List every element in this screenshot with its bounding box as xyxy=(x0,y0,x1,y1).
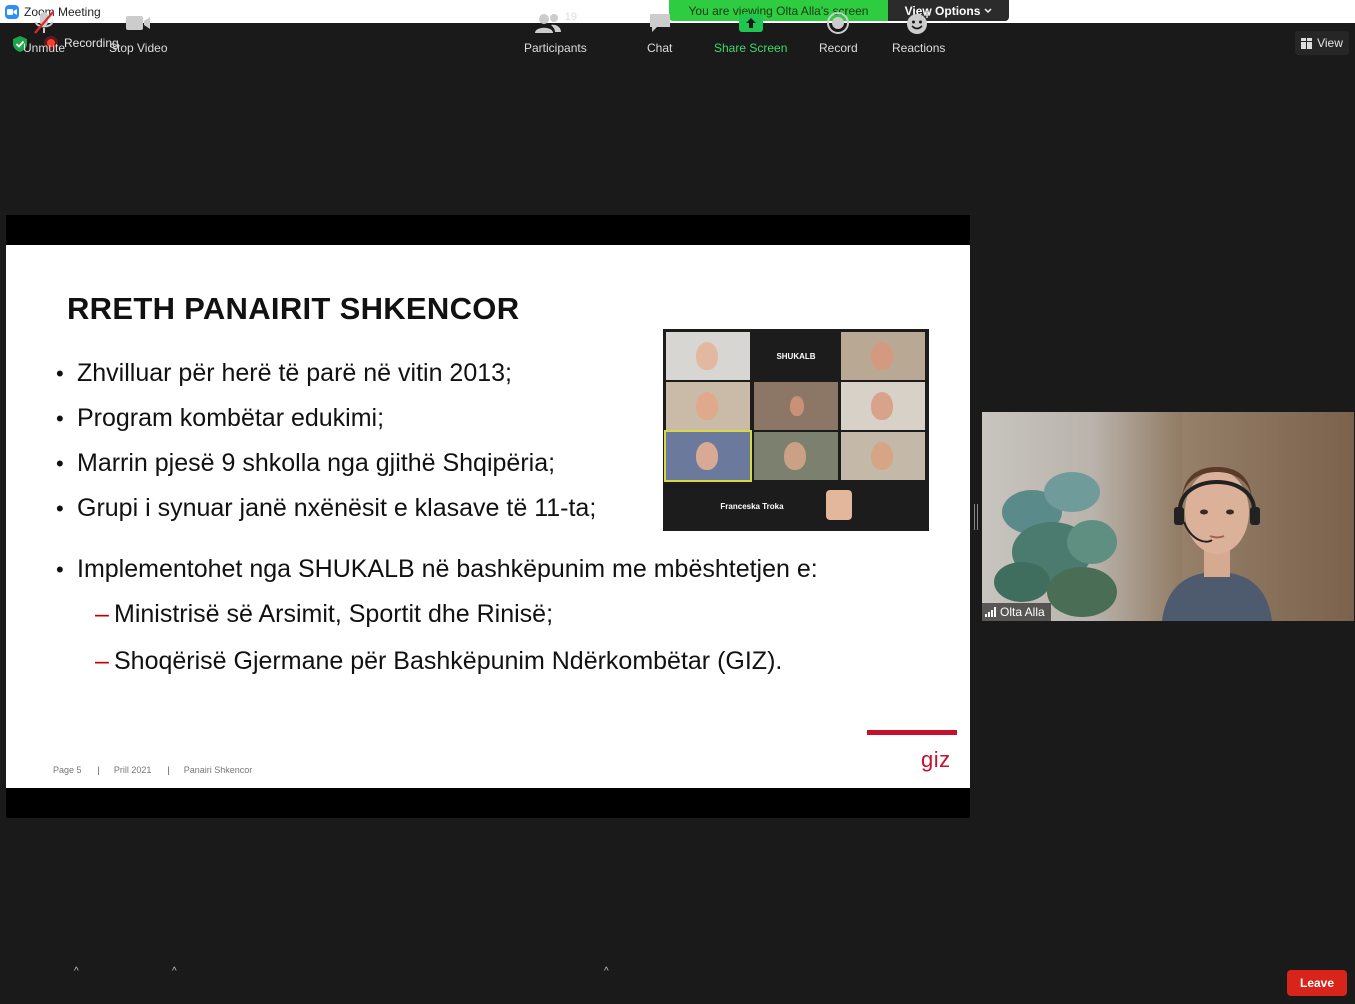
participants-count: 19 xyxy=(564,11,577,23)
slide-footer: Page 5 | Prill 2021 | Panairi Shkencor xyxy=(53,765,253,775)
gallery-tile xyxy=(841,332,925,380)
shared-screen: RRETH PANAIRIT SHKENCOR • Zhvilluar për h… xyxy=(6,215,970,818)
slide-sub-bullet: – Shoqërisë Gjermane për Bashkëpunim Ndër… xyxy=(95,647,783,675)
gallery-tile: Franceska Troka xyxy=(710,482,794,530)
participant-name-tag: Olta Alla xyxy=(982,603,1051,621)
chat-button[interactable]: Chat xyxy=(647,10,672,55)
share-screen-icon xyxy=(738,10,764,36)
video-camera-icon xyxy=(124,10,152,36)
slide-bullet: • Implementohet nga SHUKALB në bashkëpuni… xyxy=(56,555,818,583)
stop-video-label: Stop Video xyxy=(109,41,168,55)
unmute-button[interactable]: Unmute xyxy=(23,10,65,55)
participants-options-caret-icon[interactable]: ^ xyxy=(604,966,609,977)
zoom-app-icon xyxy=(5,4,19,19)
slide-sub-bullet: – Ministrisë së Arsimit, Sportit dhe Rini… xyxy=(95,600,554,628)
view-button[interactable]: View xyxy=(1295,31,1349,55)
gallery-tile xyxy=(841,382,925,430)
audio-options-caret-icon[interactable]: ^ xyxy=(74,966,79,977)
stop-video-button[interactable]: Stop Video xyxy=(109,10,168,55)
chat-bubble-icon xyxy=(648,10,672,36)
meeting-toolbar xyxy=(0,950,1355,1004)
participants-button[interactable]: 19 Participants xyxy=(524,10,587,55)
giz-logo-bar xyxy=(867,730,957,735)
gallery-tile xyxy=(666,382,750,430)
view-label: View xyxy=(1317,36,1343,50)
gallery-screenshot-image: SHUKALB Franceska Troka xyxy=(663,329,929,531)
plant-background-image xyxy=(994,472,1117,617)
chevron-down-icon xyxy=(984,8,992,13)
smiley-reaction-icon xyxy=(906,10,932,36)
participants-label: Participants xyxy=(524,41,587,55)
reactions-label: Reactions xyxy=(892,41,946,55)
gallery-tile xyxy=(666,332,750,380)
gallery-bottom-label: Franceska Troka xyxy=(720,501,784,511)
panel-resize-handle[interactable] xyxy=(974,504,978,530)
slide-page-number: Page 5 xyxy=(53,765,82,775)
leave-button[interactable]: Leave xyxy=(1287,970,1347,996)
participants-icon: 19 xyxy=(534,10,577,36)
gallery-tile xyxy=(841,432,925,480)
giz-logo: giz xyxy=(921,747,951,772)
participant-name: Olta Alla xyxy=(1000,605,1045,619)
gallery-tile xyxy=(798,482,882,530)
video-options-caret-icon[interactable]: ^ xyxy=(172,966,177,977)
muted-microphone-icon xyxy=(32,10,56,36)
slide-event-name: Panairi Shkencor xyxy=(183,765,253,775)
slide-date: Prill 2021 xyxy=(113,765,152,775)
gallery-tile xyxy=(664,430,752,482)
slide-heading: RRETH PANAIRIT SHKENCOR xyxy=(67,291,520,326)
gallery-tile xyxy=(754,432,838,480)
chat-label: Chat xyxy=(647,41,673,55)
record-icon xyxy=(826,10,850,36)
gallery-tile: SHUKALB xyxy=(754,332,838,380)
record-button[interactable]: Record xyxy=(819,10,858,55)
record-label: Record xyxy=(819,41,858,55)
unmute-label: Unmute xyxy=(23,41,66,55)
gallery-tile xyxy=(754,382,838,430)
share-screen-button[interactable]: Share Screen xyxy=(714,10,787,55)
grid-view-icon xyxy=(1301,37,1313,49)
participant-person-image xyxy=(1162,467,1272,621)
gallery-center-label: SHUKALB xyxy=(776,351,816,361)
signal-strength-icon xyxy=(985,607,996,617)
share-screen-label: Share Screen xyxy=(714,41,788,55)
presentation-slide: RRETH PANAIRIT SHKENCOR • Zhvilluar për h… xyxy=(6,245,970,788)
reactions-button[interactable]: Reactions xyxy=(892,10,945,55)
participant-video[interactable]: Olta Alla xyxy=(982,412,1354,621)
